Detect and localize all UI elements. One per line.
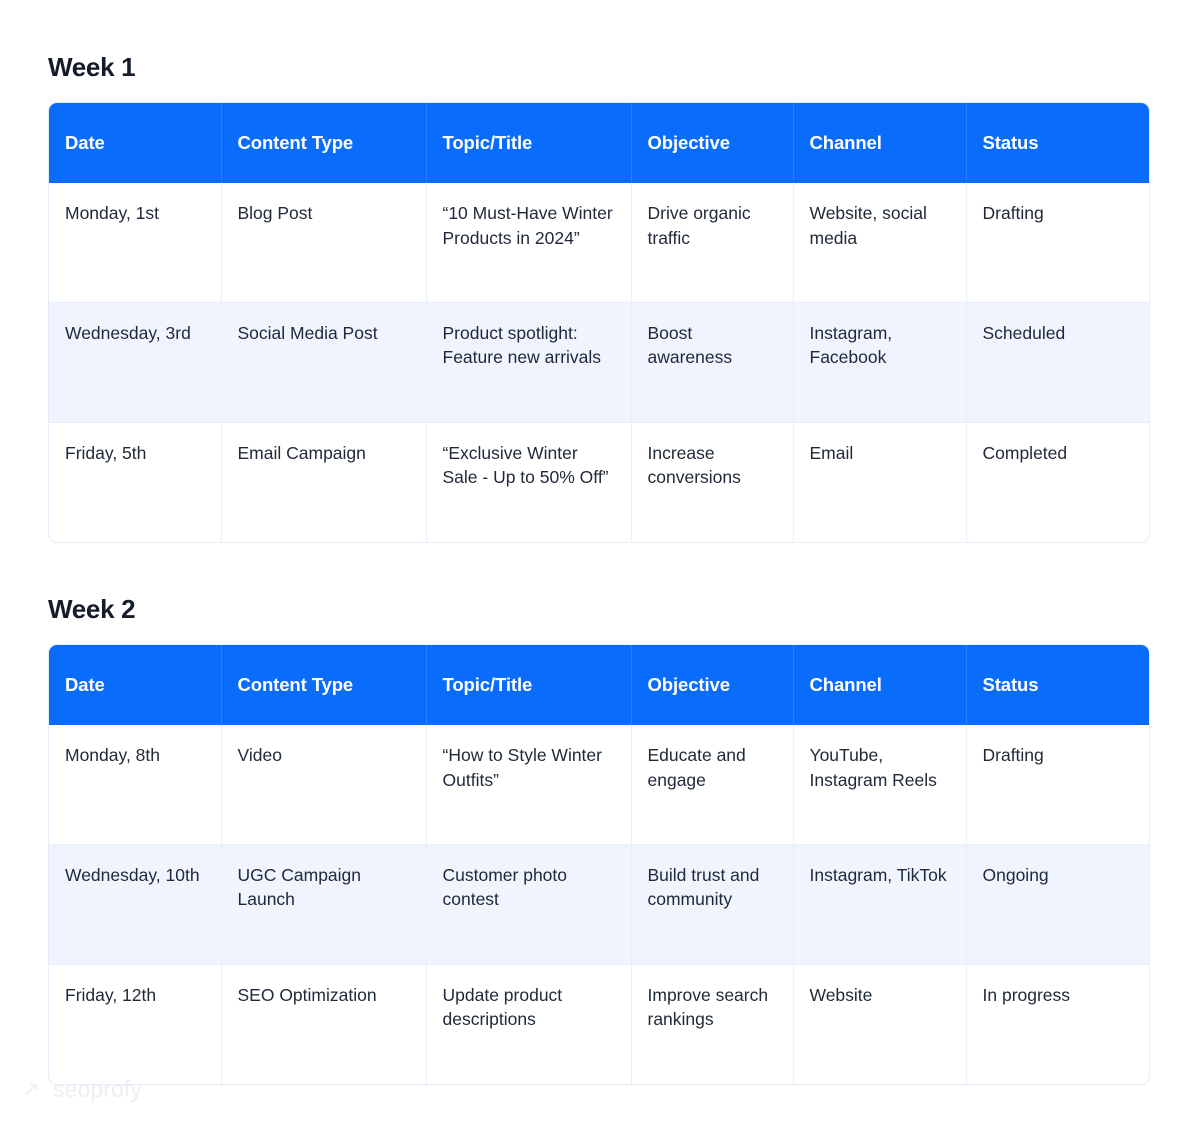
cell-channel: Website, social media xyxy=(792,183,966,302)
column-header-status[interactable]: Status xyxy=(965,645,1149,725)
week-1-section: Week 1 Date Content Type Topic/Title Obj… xyxy=(48,0,1152,543)
cell-objective: Improve search rankings xyxy=(630,963,793,1084)
cell-date: Friday, 5th xyxy=(49,421,221,542)
week-2-title: Week 2 xyxy=(48,594,136,624)
table-header-row: Date Content Type Topic/Title Objective … xyxy=(49,645,1149,725)
week-1-title: Week 1 xyxy=(48,52,136,82)
week-1-table-body: Monday, 1st Blog Post “10 Must-Have Wint… xyxy=(49,183,1149,542)
cell-date: Friday, 12th xyxy=(49,963,221,1084)
week-2-section: Week 2 Date Content Type Topic/Title Obj… xyxy=(48,543,1152,1085)
cell-content-type: UGC Campaign Launch xyxy=(220,843,426,964)
cell-channel: YouTube, Instagram Reels xyxy=(792,725,966,844)
cell-status: Completed xyxy=(965,421,1149,542)
week-2-table-wrapper: Date Content Type Topic/Title Objective … xyxy=(48,644,1150,1085)
seoprofy-watermark: ↗ seoprofy xyxy=(22,1076,142,1103)
cell-content-type: Blog Post xyxy=(220,183,426,302)
cell-topic: “Exclusive Winter Sale - Up to 50% Off” xyxy=(425,421,631,542)
cell-topic: Product spotlight: Feature new arrivals xyxy=(425,301,631,422)
table-row: Monday, 8th Video “How to Style Winter O… xyxy=(49,725,1149,844)
cell-status: Drafting xyxy=(965,183,1149,302)
cell-topic: Customer photo contest xyxy=(425,843,631,964)
cell-channel: Instagram, TikTok xyxy=(792,843,966,964)
column-header-channel[interactable]: Channel xyxy=(792,645,966,725)
cell-status: In progress xyxy=(965,963,1149,1084)
cell-date: Wednesday, 10th xyxy=(49,843,221,964)
column-header-date[interactable]: Date xyxy=(49,645,221,725)
table-row: Friday, 12th SEO Optimization Update pro… xyxy=(49,963,1149,1084)
cell-objective: Educate and engage xyxy=(630,725,793,844)
cell-objective: Boost awareness xyxy=(630,301,793,422)
cell-channel: Email xyxy=(792,421,966,542)
week-2-table-header: Date Content Type Topic/Title Objective … xyxy=(49,645,1149,725)
cell-date: Monday, 8th xyxy=(65,745,161,765)
column-header-objective[interactable]: Objective xyxy=(630,645,793,725)
column-header-topic-title[interactable]: Topic/Title xyxy=(425,645,631,725)
cell-objective: Increase conversions xyxy=(630,421,793,542)
cell-topic: Update product descriptions xyxy=(425,963,631,1084)
cell-topic: “How to Style Winter Outfits” xyxy=(425,725,631,844)
column-header-channel[interactable]: Channel xyxy=(792,103,966,183)
week-2-table-body: Monday, 8th Video “How to Style Winter O… xyxy=(49,725,1149,1084)
cell-content-type: Video xyxy=(220,725,426,844)
content-calendar-page: Week 1 Date Content Type Topic/Title Obj… xyxy=(0,0,1200,1121)
seoprofy-logo-text: seoprofy xyxy=(53,1076,143,1102)
table-header-row: Date Content Type Topic/Title Objective … xyxy=(49,103,1149,183)
cell-topic: “10 Must-Have Winter Products in 2024” xyxy=(425,183,631,302)
cell-content-type: Email Campaign xyxy=(220,421,426,542)
column-header-status[interactable]: Status xyxy=(965,103,1149,183)
week-1-table: Date Content Type Topic/Title Objective … xyxy=(49,103,1149,542)
cell-date: Wednesday, 3rd xyxy=(49,301,221,422)
column-header-date[interactable]: Date xyxy=(49,103,221,183)
week-1-table-wrapper: Date Content Type Topic/Title Objective … xyxy=(48,102,1150,543)
cell-date: Monday, 1st xyxy=(65,203,160,223)
column-header-objective[interactable]: Objective xyxy=(630,103,793,183)
cell-content-type: Social Media Post xyxy=(220,301,426,422)
cell-status: Drafting xyxy=(965,725,1149,844)
week-2-table: Date Content Type Topic/Title Objective … xyxy=(49,645,1149,1084)
week-1-table-header: Date Content Type Topic/Title Objective … xyxy=(49,103,1149,183)
table-row: Friday, 5th Email Campaign “Exclusive Wi… xyxy=(49,421,1149,542)
column-header-topic-title[interactable]: Topic/Title xyxy=(425,103,631,183)
table-row: Wednesday, 10th UGC Campaign Launch Cust… xyxy=(49,843,1149,964)
column-header-content-type[interactable]: Content Type xyxy=(220,645,426,725)
column-header-content-type[interactable]: Content Type xyxy=(220,103,426,183)
cell-status: Scheduled xyxy=(965,301,1149,422)
cell-content-type: SEO Optimization xyxy=(220,963,426,1084)
cell-objective: Build trust and community xyxy=(630,843,793,964)
arrow-up-right-icon: ↗ xyxy=(22,1077,40,1101)
cell-channel: Website xyxy=(792,963,966,1084)
cell-status: Ongoing xyxy=(965,843,1149,964)
table-row: Monday, 1st Blog Post “10 Must-Have Wint… xyxy=(49,183,1149,302)
table-row: Wednesday, 3rd Social Media Post Product… xyxy=(49,301,1149,422)
cell-channel: Instagram, Facebook xyxy=(792,301,966,422)
cell-objective: Drive organic traffic xyxy=(630,183,793,302)
